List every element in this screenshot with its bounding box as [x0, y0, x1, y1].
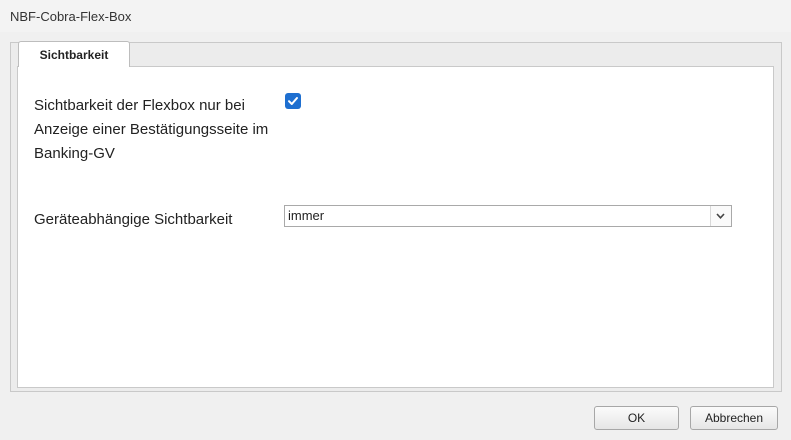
visibility-label: Sichtbarkeit der Flexbox nur bei Anzeige…: [34, 97, 269, 162]
device-visibility-label: Geräteabhängige Sichtbarkeit: [34, 211, 233, 228]
device-visibility-select[interactable]: immer: [284, 205, 732, 227]
dialog-window: NBF-Cobra-Flex-Box Sichtbarkeit Sichtbar…: [0, 0, 791, 440]
chevron-down-icon: [716, 213, 725, 219]
tab-sichtbarkeit[interactable]: Sichtbarkeit: [18, 41, 130, 67]
select-arrow[interactable]: [710, 206, 731, 226]
ok-button[interactable]: OK: [594, 406, 679, 430]
select-value: immer: [288, 208, 325, 223]
title-bar: NBF-Cobra-Flex-Box: [0, 0, 791, 32]
cancel-button[interactable]: Abbrechen: [690, 406, 778, 430]
visibility-checkbox[interactable]: [285, 93, 301, 109]
window-title: NBF-Cobra-Flex-Box: [10, 9, 132, 24]
checkmark-icon: [288, 97, 298, 105]
